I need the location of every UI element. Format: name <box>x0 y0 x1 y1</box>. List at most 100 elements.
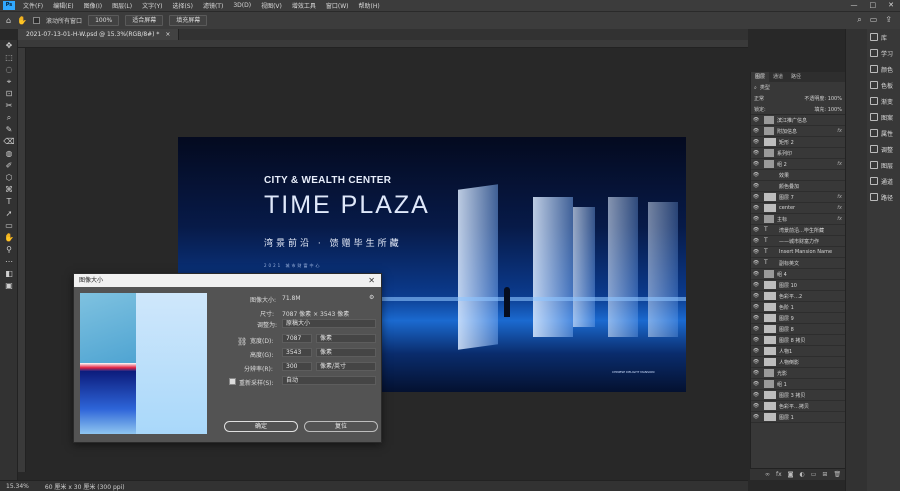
fit-screen-button[interactable]: 适合屏幕 <box>125 15 164 26</box>
layer-row[interactable]: 👁 图层 10 <box>751 280 845 291</box>
panel-link-2[interactable]: 颜色 <box>867 61 900 77</box>
layer-filter-select[interactable]: 类型 <box>760 84 770 91</box>
menu-view[interactable]: 视图(V) <box>256 1 287 10</box>
visibility-eye-icon[interactable]: 👁 <box>751 128 761 134</box>
menu-type[interactable]: 文字(Y) <box>137 1 167 10</box>
panel-link-6[interactable]: 属性 <box>867 125 900 141</box>
panel-link-1[interactable]: 学习 <box>867 45 900 61</box>
tool-10-icon[interactable]: ✐ <box>0 160 18 172</box>
fill-field[interactable]: 填充: 100% <box>814 106 842 113</box>
tool-15-icon[interactable]: ▭ <box>0 220 18 232</box>
gear-icon[interactable]: ⚙ <box>369 294 374 301</box>
tool-12-icon[interactable]: ⌘ <box>0 184 18 196</box>
dimensions-value[interactable]: 7087 像素 × 3543 像素 <box>282 309 349 318</box>
layer-row[interactable]: 👁 人物1 <box>751 346 845 357</box>
panel-link-7[interactable]: 调整 <box>867 141 900 157</box>
panel-link-9[interactable]: 通道 <box>867 173 900 189</box>
visibility-eye-icon[interactable]: 👁 <box>751 205 761 211</box>
status-zoom[interactable]: 15.34% <box>6 483 29 490</box>
link-layers-icon[interactable]: ∞ <box>765 471 770 478</box>
close-tab-icon[interactable]: × <box>165 31 170 38</box>
tool-19-icon[interactable]: ◧ <box>0 268 18 280</box>
tool-3-icon[interactable]: ⌖ <box>0 76 18 88</box>
menu-select[interactable]: 选择(S) <box>167 1 198 10</box>
visibility-eye-icon[interactable]: 👁 <box>751 249 761 255</box>
panel-link-8[interactable]: 图层 <box>867 157 900 173</box>
menu-edit[interactable]: 编辑(E) <box>48 1 78 10</box>
visibility-eye-icon[interactable]: 👁 <box>751 183 761 189</box>
tab-channels[interactable]: 通道 <box>769 72 787 82</box>
hand-tool-icon[interactable]: ✋ <box>17 16 27 25</box>
menu-3d[interactable]: 3D(D) <box>228 2 256 9</box>
blend-mode-select[interactable]: 正常 <box>754 95 764 102</box>
tool-16-icon[interactable]: ✋ <box>0 232 18 244</box>
visibility-eye-icon[interactable]: 👁 <box>751 260 761 266</box>
visibility-eye-icon[interactable]: 👁 <box>751 370 761 376</box>
visibility-eye-icon[interactable]: 👁 <box>751 326 761 332</box>
tool-20-icon[interactable]: ▣ <box>0 280 18 292</box>
home-icon[interactable]: ⌂ <box>6 16 11 25</box>
document-tab[interactable]: 2021-07-13-01-H-W.psd @ 15.3%(RGB/8#) * … <box>18 29 180 40</box>
fx-icon[interactable]: fx <box>776 471 782 478</box>
layer-row[interactable]: 👁 图层 8 拷贝 <box>751 335 845 346</box>
tool-7-icon[interactable]: ✎ <box>0 124 18 136</box>
tool-11-icon[interactable]: ⬡ <box>0 172 18 184</box>
layer-row[interactable]: 👁 人物倒影 <box>751 357 845 368</box>
link-constrain-icon[interactable]: ⛓ <box>237 337 247 346</box>
new-layer-icon[interactable]: ⊞ <box>822 471 827 478</box>
layer-row[interactable]: 👁 附加信息 fx <box>751 126 845 137</box>
resolution-input[interactable]: 300 <box>282 362 312 371</box>
resolution-unit-select[interactable]: 像素/英寸 <box>316 362 376 371</box>
minimize-button[interactable]: — <box>851 0 858 11</box>
visibility-eye-icon[interactable]: 👁 <box>751 414 761 420</box>
visibility-eye-icon[interactable]: 👁 <box>751 150 761 156</box>
menu-file[interactable]: 文件(F) <box>18 1 48 10</box>
height-input[interactable]: 3543 <box>282 348 312 357</box>
scroll-all-checkbox[interactable] <box>33 17 41 24</box>
tool-9-icon[interactable]: ◍ <box>0 148 18 160</box>
visibility-eye-icon[interactable]: 👁 <box>751 315 761 321</box>
visibility-eye-icon[interactable]: 👁 <box>751 392 761 398</box>
visibility-eye-icon[interactable]: 👁 <box>751 227 761 233</box>
tool-13-icon[interactable]: T <box>0 196 18 208</box>
layer-row[interactable]: 👁 图层 7 fx <box>751 192 845 203</box>
visibility-eye-icon[interactable]: 👁 <box>751 161 761 167</box>
tool-2-icon[interactable]: ◌ <box>0 64 18 76</box>
height-unit-select[interactable]: 像素 <box>316 348 376 357</box>
visibility-eye-icon[interactable]: 👁 <box>751 337 761 343</box>
layer-row[interactable]: 👁 图层 3 拷贝 <box>751 390 845 401</box>
visibility-eye-icon[interactable]: 👁 <box>751 282 761 288</box>
fill-screen-button[interactable]: 填充屏幕 <box>169 15 208 26</box>
layer-row[interactable]: 👁 色阶 1 <box>751 302 845 313</box>
layer-row[interactable]: 👁 图层 9 <box>751 313 845 324</box>
visibility-eye-icon[interactable]: 👁 <box>751 139 761 145</box>
panel-link-3[interactable]: 色板 <box>867 77 900 93</box>
visibility-eye-icon[interactable]: 👁 <box>751 381 761 387</box>
resample-checkbox[interactable] <box>229 378 236 385</box>
tool-5-icon[interactable]: ✂ <box>0 100 18 112</box>
mask-icon[interactable]: ◙ <box>788 471 794 478</box>
visibility-eye-icon[interactable]: 👁 <box>751 271 761 277</box>
visibility-eye-icon[interactable]: 👁 <box>751 172 761 178</box>
visibility-eye-icon[interactable]: 👁 <box>751 216 761 222</box>
tool-1-icon[interactable]: ⬚ <box>0 52 18 64</box>
layer-row[interactable]: 👁 滨江推广信息 <box>751 115 845 126</box>
visibility-eye-icon[interactable]: 👁 <box>751 238 761 244</box>
layer-row[interactable]: 👁 效果 <box>751 170 845 181</box>
layer-row[interactable]: 👁 center fx <box>751 203 845 214</box>
width-unit-select[interactable]: 像素 <box>316 334 376 343</box>
image-preview[interactable] <box>80 293 207 434</box>
visibility-eye-icon[interactable]: 👁 <box>751 117 761 123</box>
layer-row[interactable]: 👁 T Insert Mansion Name <box>751 247 845 258</box>
ok-button[interactable]: 确定 <box>224 421 298 432</box>
visibility-eye-icon[interactable]: 👁 <box>751 293 761 299</box>
visibility-eye-icon[interactable]: 👁 <box>751 348 761 354</box>
adjustment-icon[interactable]: ◐ <box>800 471 805 478</box>
resample-select[interactable]: 自动 <box>282 376 376 385</box>
layer-row[interactable]: 👁 T ——城市财富力作 <box>751 236 845 247</box>
tool-8-icon[interactable]: ⌫ <box>0 136 18 148</box>
panel-link-10[interactable]: 路径 <box>867 189 900 205</box>
tool-18-icon[interactable]: ⋯ <box>0 256 18 268</box>
tool-4-icon[interactable]: ⊡ <box>0 88 18 100</box>
fit-to-select[interactable]: 原稿大小 <box>282 319 376 328</box>
